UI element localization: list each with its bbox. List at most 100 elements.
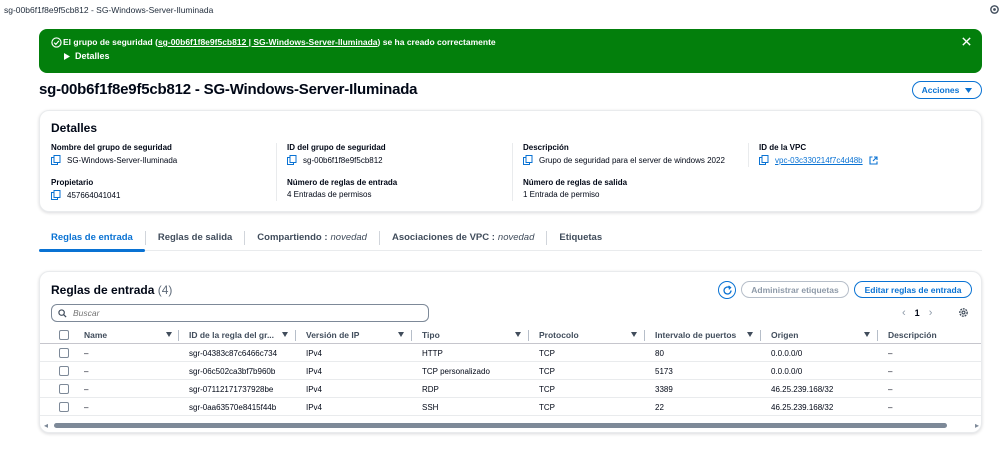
row-checkbox[interactable] xyxy=(59,384,69,394)
field-sg-name: Nombre del grupo de seguridad SG-Windows… xyxy=(51,143,177,165)
search-input[interactable] xyxy=(73,308,413,318)
tab-new-tag: novedad xyxy=(497,232,535,243)
divider xyxy=(748,143,749,167)
column-resizer[interactable] xyxy=(644,330,645,341)
divider xyxy=(276,143,277,201)
details-container: Detalles Nombre del grupo de seguridad S… xyxy=(39,110,982,212)
copy-icon[interactable] xyxy=(51,190,61,200)
field-value: 4 Entradas de permisos xyxy=(287,190,372,199)
row-checkbox[interactable] xyxy=(59,348,69,358)
cell-source: 0.0.0.0/0 xyxy=(771,366,803,376)
column-header-protocol[interactable]: Protocolo xyxy=(539,326,579,344)
scroll-right-icon[interactable]: ▸ xyxy=(975,421,979,430)
column-header-port-range[interactable]: Intervalo de puertos xyxy=(655,326,736,344)
close-icon[interactable] xyxy=(961,36,972,47)
copy-icon[interactable] xyxy=(287,155,297,165)
search-field[interactable] xyxy=(51,304,429,322)
tabs-bar: Reglas de entrada Reglas de salida Compa… xyxy=(39,225,982,252)
tab-tags[interactable]: Etiquetas xyxy=(547,225,614,251)
tab-label: Compartiendo : xyxy=(257,232,328,243)
gear-icon[interactable] xyxy=(958,307,969,318)
column-header-description[interactable]: Descripción xyxy=(888,326,937,344)
cell-port-range: 80 xyxy=(655,348,664,358)
column-header-name[interactable]: Name xyxy=(84,326,107,344)
cell-port-range: 3389 xyxy=(655,384,673,394)
field-value: sg-00b6f1f8e9f5cb812 xyxy=(303,155,383,165)
cell-type: TCP personalizado xyxy=(422,366,490,376)
cell-rule-id: sgr-04383c87c6466c734 xyxy=(189,348,278,358)
table-row[interactable]: – sgr-04383c87c6466c734 IPv4 HTTP TCP 80… xyxy=(40,344,981,362)
sort-icon[interactable] xyxy=(166,332,172,337)
cell-ip-version: IPv4 xyxy=(306,384,323,394)
tab-sharing[interactable]: Compartiendo : novedad xyxy=(245,225,379,251)
flash-message-suffix: ) se ha creado correctamente xyxy=(377,37,496,47)
table-row[interactable]: – sgr-06c502ca3bf7b960b IPv4 TCP persona… xyxy=(40,362,981,380)
gear-icon[interactable] xyxy=(989,4,1000,15)
cell-name: – xyxy=(84,384,89,394)
column-header-type[interactable]: Tipo xyxy=(422,326,440,344)
cell-name: – xyxy=(84,402,89,412)
table-row[interactable]: – sgr-0aa63570e8415f44b IPv4 SSH TCP 22 … xyxy=(40,398,981,416)
sort-icon[interactable] xyxy=(515,332,521,337)
flash-message-prefix: El grupo de seguridad ( xyxy=(63,37,158,47)
cell-ip-version: IPv4 xyxy=(306,348,323,358)
cell-port-range: 5173 xyxy=(655,366,673,376)
cell-source: 46.25.239.168/32 xyxy=(771,384,834,394)
sort-icon[interactable] xyxy=(631,332,637,337)
pagination: ‹ 1 › xyxy=(902,307,932,319)
field-value: SG-Windows-Server-Iluminada xyxy=(67,155,178,165)
row-checkbox[interactable] xyxy=(59,366,69,376)
tab-label: Asociaciones de VPC : xyxy=(391,232,495,243)
table-header: Name ID de la regla del gr... Versión de… xyxy=(40,326,981,344)
rules-count: (4) xyxy=(157,283,173,297)
copy-icon[interactable] xyxy=(51,155,61,165)
cell-rule-id: sgr-07112171737928be xyxy=(189,384,274,394)
row-checkbox[interactable] xyxy=(59,402,69,412)
cell-description: – xyxy=(888,384,893,394)
tab-label: Reglas de salida xyxy=(157,232,233,243)
column-resizer[interactable] xyxy=(178,330,179,341)
field-sg-id: ID del grupo de seguridad sg-00b6f1f8e9f… xyxy=(287,143,386,165)
cell-protocol: TCP xyxy=(539,366,555,376)
horizontal-scrollbar[interactable]: ◂ ▸ xyxy=(44,420,979,430)
sort-icon[interactable] xyxy=(864,332,870,337)
column-resizer[interactable] xyxy=(877,330,878,341)
actions-label: Acciones xyxy=(921,85,960,95)
edit-inbound-rules-button[interactable]: Editar reglas de entrada xyxy=(854,281,972,298)
column-header-source[interactable]: Origen xyxy=(771,326,798,344)
sort-icon[interactable] xyxy=(398,332,404,337)
cell-type: SSH xyxy=(422,402,439,412)
tab-outbound-rules[interactable]: Reglas de salida xyxy=(146,225,244,251)
sort-icon[interactable] xyxy=(747,332,753,337)
column-header-rule-id[interactable]: ID de la regla del gr... xyxy=(189,326,274,344)
page-number[interactable]: 1 xyxy=(915,308,920,318)
flash-security-group-link[interactable]: sg-00b6f1f8e9f5cb812 | SG-Windows-Server… xyxy=(158,37,378,47)
scrollbar-thumb[interactable] xyxy=(54,423,947,428)
scroll-left-icon[interactable]: ◂ xyxy=(44,421,48,430)
column-resizer[interactable] xyxy=(295,330,296,341)
copy-icon[interactable] xyxy=(759,155,769,165)
select-all-checkbox[interactable] xyxy=(59,330,69,340)
sort-icon[interactable] xyxy=(282,332,288,337)
tab-vpc-associations[interactable]: Asociaciones de VPC : novedad xyxy=(380,225,546,251)
vpc-link[interactable]: vpc-03c330214f7c4d48b xyxy=(775,156,863,165)
field-value: 1 Entrada de permiso xyxy=(523,190,600,199)
next-page-button[interactable]: › xyxy=(929,307,933,319)
actions-button[interactable]: Acciones xyxy=(912,81,982,99)
table-row[interactable]: – sgr-07112171737928be IPv4 RDP TCP 3389… xyxy=(40,380,981,398)
refresh-button[interactable] xyxy=(718,281,736,299)
column-resizer[interactable] xyxy=(528,330,529,341)
copy-icon[interactable] xyxy=(523,155,533,165)
prev-page-button[interactable]: ‹ xyxy=(902,307,906,319)
cell-type: HTTP xyxy=(422,348,443,358)
field-vpc-id: ID de la VPC vpc-03c330214f7c4d48b xyxy=(759,143,878,165)
tab-inbound-rules[interactable]: Reglas de entrada xyxy=(39,225,145,252)
field-value: Grupo de seguridad para el server de win… xyxy=(539,155,725,165)
manage-tags-button[interactable]: Administrar etiquetas xyxy=(741,281,849,298)
column-resizer[interactable] xyxy=(411,330,412,341)
column-header-ip-version[interactable]: Versión de IP xyxy=(306,326,359,344)
divider xyxy=(512,143,513,201)
flash-details-toggle[interactable]: Detalles xyxy=(64,51,110,61)
column-resizer[interactable] xyxy=(760,330,761,341)
field-label: Número de reglas de salida xyxy=(523,178,628,187)
